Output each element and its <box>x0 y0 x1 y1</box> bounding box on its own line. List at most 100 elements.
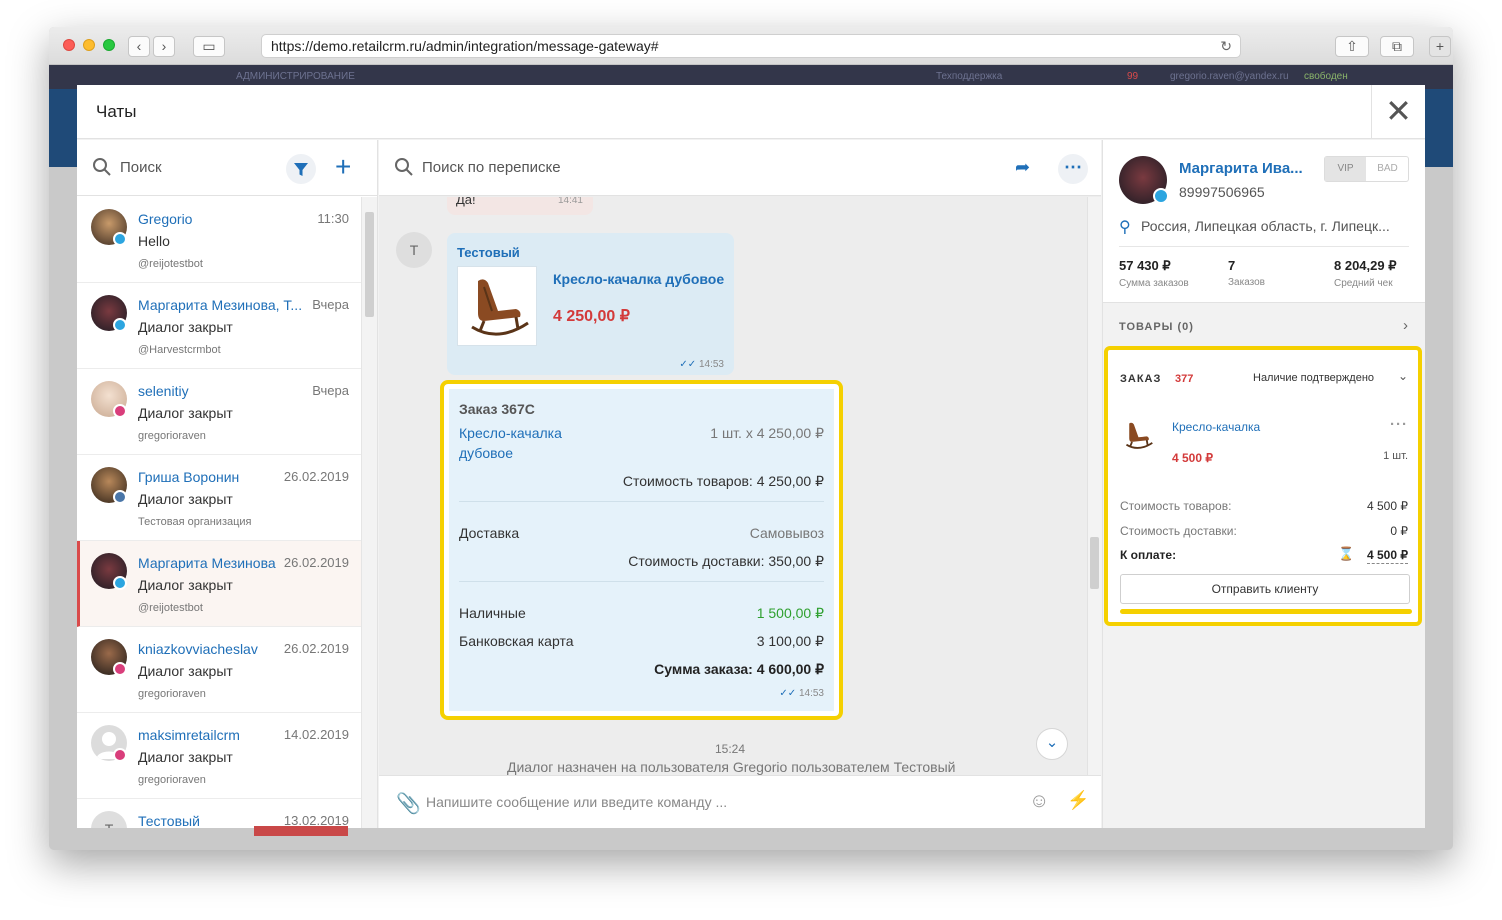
chat-list-scrollbar[interactable] <box>361 197 377 828</box>
add-chat-icon[interactable]: + <box>335 152 351 182</box>
instagram-icon <box>113 404 127 418</box>
order-panel: ЗАКАЗ 377 Наличие подтверждено ⌄ Кресло-… <box>1104 346 1422 626</box>
payment-card-value: 3 100,00 ₽ <box>756 633 824 649</box>
delivery-value: Самовывоз <box>749 525 824 541</box>
chat-channel-account: Тестовая организация <box>138 516 252 528</box>
rocking-chair-image[interactable] <box>457 266 537 346</box>
time-value: 14:53 <box>798 688 824 699</box>
divider <box>1119 246 1409 247</box>
order-status-select[interactable]: Наличие подтверждено <box>1253 372 1374 384</box>
address-bar[interactable]: https://demo.retailcrm.ru/admin/integrat… <box>261 34 1241 58</box>
search-icon <box>395 158 413 176</box>
emoji-icon[interactable]: ☺ <box>1029 790 1049 813</box>
sidebar-toggle-icon[interactable]: ▭ <box>193 36 225 57</box>
chat-list-panel: Поиск + Gregorio 11:30 Hello @reijotestb… <box>77 140 378 828</box>
to-pay-label: К оплате: <box>1120 548 1177 562</box>
chat-item-testovy[interactable]: Т Тестовый 13.02.2019 <box>77 799 361 828</box>
product-title-link[interactable]: Кресло-качалка дубовое <box>553 271 724 287</box>
scrollbar-thumb[interactable] <box>365 212 374 317</box>
notification-count[interactable]: 99 <box>1127 71 1138 82</box>
client-card: Маргарита Ива... 89997506965 VIP BAD ⚲ Р… <box>1103 140 1425 303</box>
order-label: ЗАКАЗ <box>1120 373 1162 385</box>
order-product-link[interactable]: Кресло-качалка <box>1172 420 1260 434</box>
order-item-link-line2[interactable]: дубовое <box>459 445 513 461</box>
rocking-chair-icon <box>1125 422 1153 449</box>
payment-card-label: Банковская карта <box>459 633 574 649</box>
to-pay-value[interactable]: 4 500 ₽ <box>1367 548 1408 564</box>
user-email[interactable]: gregorio.raven@yandex.ru <box>1170 71 1289 82</box>
message-composer: 📎 Напишите сообщение или введите команду… <box>379 775 1101 828</box>
chat-list: Gregorio 11:30 Hello @reijotestbot Марга… <box>77 197 361 828</box>
conversation-scrollbar[interactable] <box>1087 197 1101 775</box>
scroll-down-icon[interactable]: ⌄ <box>1036 728 1068 760</box>
message-bubble: Да! 14:41 <box>447 197 593 215</box>
chat-name: kniazkovviacheslav <box>138 641 258 657</box>
chat-item-maksim[interactable]: maksimretailcrm 14.02.2019 Диалог закрыт… <box>77 713 361 799</box>
chat-channel-account: @reijotestbot <box>138 258 203 270</box>
chat-channel-account: gregorioraven <box>138 774 206 786</box>
forward-icon[interactable]: ➦ <box>1015 157 1030 178</box>
chat-item-margarita-t[interactable]: Маргарита Мезинова, Т... Вчера Диалог за… <box>77 283 361 369</box>
user-status[interactable]: свободен <box>1304 71 1348 82</box>
admin-link[interactable]: АДМИНИСТРИРОВАНИЕ <box>236 71 355 82</box>
chevron-down-icon[interactable]: ⌄ <box>1398 369 1408 383</box>
close-icon[interactable]: ✕ <box>1371 85 1425 139</box>
filter-icon <box>294 163 308 176</box>
instagram-icon <box>113 748 127 762</box>
stat-value: 57 430 ₽ <box>1119 258 1171 273</box>
order-number-link[interactable]: 377 <box>1175 373 1193 385</box>
chat-channel-account: gregorioraven <box>138 688 206 700</box>
order-product-price: 4 500 ₽ <box>1172 451 1213 465</box>
goods-section-toggle[interactable]: ТОВАРЫ (0) › <box>1103 304 1425 348</box>
modal-title: Чаты <box>96 102 137 121</box>
scrollbar-thumb[interactable] <box>1090 537 1099 589</box>
conversation-search-input[interactable]: Поиск по переписке <box>422 159 561 176</box>
order-goods-cost: Стоимость товаров: 4 250,00 ₽ <box>622 473 824 489</box>
order-item-link-line1[interactable]: Кресло-качалка <box>459 425 562 441</box>
chat-last-message: Диалог закрыт <box>138 663 233 679</box>
system-message: Диалог назначен на пользователя Gregorio… <box>507 759 956 775</box>
payment-cash-value: 1 500,00 ₽ <box>756 605 824 621</box>
chat-item-gregorio[interactable]: Gregorio 11:30 Hello @reijotestbot <box>77 197 361 283</box>
product-message: Тестовый Кресло-качалка дубовое 4 250,00… <box>447 233 734 375</box>
tag-vip[interactable]: VIP <box>1325 157 1366 181</box>
tag-bad[interactable]: BAD <box>1367 157 1408 181</box>
forward-button[interactable]: › <box>153 36 175 57</box>
close-window-button[interactable] <box>63 39 75 51</box>
attach-icon[interactable]: 📎 <box>396 791 421 816</box>
back-button[interactable]: ‹ <box>128 36 150 57</box>
message-input[interactable]: Напишите сообщение или введите команду .… <box>426 794 727 810</box>
conversation-panel: Поиск по переписке ➦ ⋯ Да! 14:41 Т Тесто… <box>379 140 1101 828</box>
minimize-window-button[interactable] <box>83 39 95 51</box>
chat-date: 14.02.2019 <box>283 727 349 742</box>
filter-button[interactable] <box>286 154 316 184</box>
client-name-link[interactable]: Маргарита Ива... <box>1179 160 1303 177</box>
chat-name: maksimretailcrm <box>138 727 240 743</box>
more-icon[interactable]: ··· <box>1390 416 1408 433</box>
chat-item-kniazkov[interactable]: kniazkovviacheslav 26.02.2019 Диалог зак… <box>77 627 361 713</box>
chat-date: Вчера <box>312 297 349 312</box>
tabs-icon[interactable]: ⧉ <box>1380 36 1414 57</box>
stat-value: 7 <box>1228 258 1236 273</box>
quick-command-icon[interactable]: ⚡ <box>1067 790 1089 811</box>
new-tab-button[interactable]: + <box>1429 36 1451 57</box>
reload-icon[interactable]: ↻ <box>1220 35 1232 57</box>
chat-search-row: Поиск + <box>77 140 377 196</box>
vk-icon <box>113 490 127 504</box>
chat-item-selenitiy[interactable]: selenitiy Вчера Диалог закрыт gregoriora… <box>77 369 361 455</box>
chat-search-input[interactable]: Поиск <box>120 159 162 176</box>
telegram-icon <box>113 318 127 332</box>
order-card-message: Заказ 367C Кресло-качалка дубовое 1 шт. … <box>440 380 843 720</box>
message-text: Да! <box>456 197 476 207</box>
support-link[interactable]: Техподдержка <box>936 71 1002 82</box>
share-icon[interactable]: ⇧ <box>1335 36 1369 57</box>
send-to-client-button[interactable]: Отправить клиенту <box>1120 574 1410 604</box>
more-icon[interactable]: ⋯ <box>1058 154 1088 184</box>
chat-last-message: Диалог закрыт <box>138 491 233 507</box>
chat-date: 11:30 <box>317 211 349 226</box>
hourglass-icon: ⌛ <box>1338 546 1355 561</box>
chat-item-margarita-active[interactable]: Маргарита Мезинова 26.02.2019 Диалог зак… <box>77 541 361 627</box>
chat-name: Гриша Воронин <box>138 469 240 485</box>
chat-item-grisha[interactable]: Гриша Воронин 26.02.2019 Диалог закрыт Т… <box>77 455 361 541</box>
zoom-window-button[interactable] <box>103 39 115 51</box>
